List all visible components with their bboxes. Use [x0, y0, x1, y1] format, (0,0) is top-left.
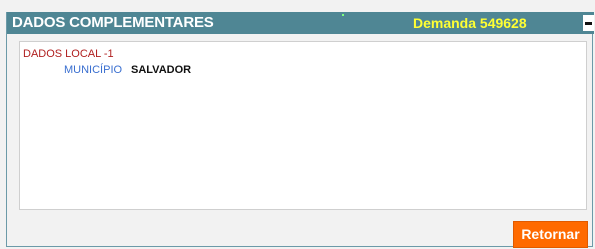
content-area: DADOS LOCAL -1 MUNICÍPIO SALVADOR [19, 41, 587, 210]
municipio-value: SALVADOR [131, 64, 192, 76]
section-label: DADOS LOCAL -1 [23, 48, 114, 60]
panel-titlebar: DADOS COMPLEMENTARES Demanda 549628 [7, 12, 594, 34]
complementary-data-panel: DADOS COMPLEMENTARES Demanda 549628 DADO… [6, 12, 594, 248]
minimize-icon[interactable] [583, 15, 594, 31]
demanda-label: Demanda 549628 [413, 15, 527, 31]
municipio-label: MUNICÍPIO [64, 64, 123, 76]
titlebar-dot [342, 14, 344, 16]
return-button[interactable]: Retornar [513, 221, 588, 248]
panel-title: DADOS COMPLEMENTARES [12, 14, 214, 31]
